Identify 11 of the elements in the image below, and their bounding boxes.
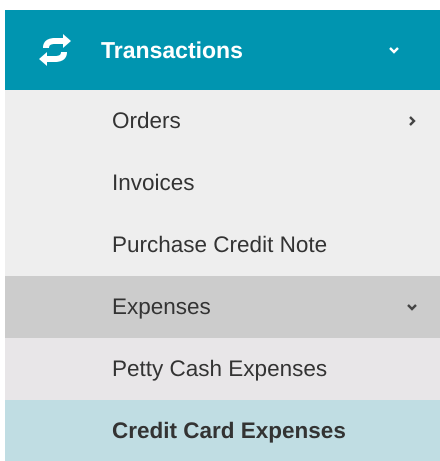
chevron-down-icon bbox=[388, 44, 400, 56]
chevron-right-icon bbox=[406, 115, 418, 127]
chevron-down-icon bbox=[406, 301, 418, 313]
menu-item[interactable]: Expenses bbox=[5, 276, 440, 338]
menu-item[interactable]: Purchase Credit Note bbox=[5, 214, 440, 276]
refresh-icon bbox=[37, 32, 73, 68]
menu-item[interactable]: Invoices bbox=[5, 152, 440, 214]
submenu-item[interactable]: Petty Cash Expenses bbox=[5, 338, 440, 400]
submenu-item[interactable]: Credit Card Expenses bbox=[5, 400, 440, 461]
menu-item[interactable]: Orders bbox=[5, 90, 440, 152]
menu-header[interactable]: Transactions bbox=[5, 10, 440, 90]
